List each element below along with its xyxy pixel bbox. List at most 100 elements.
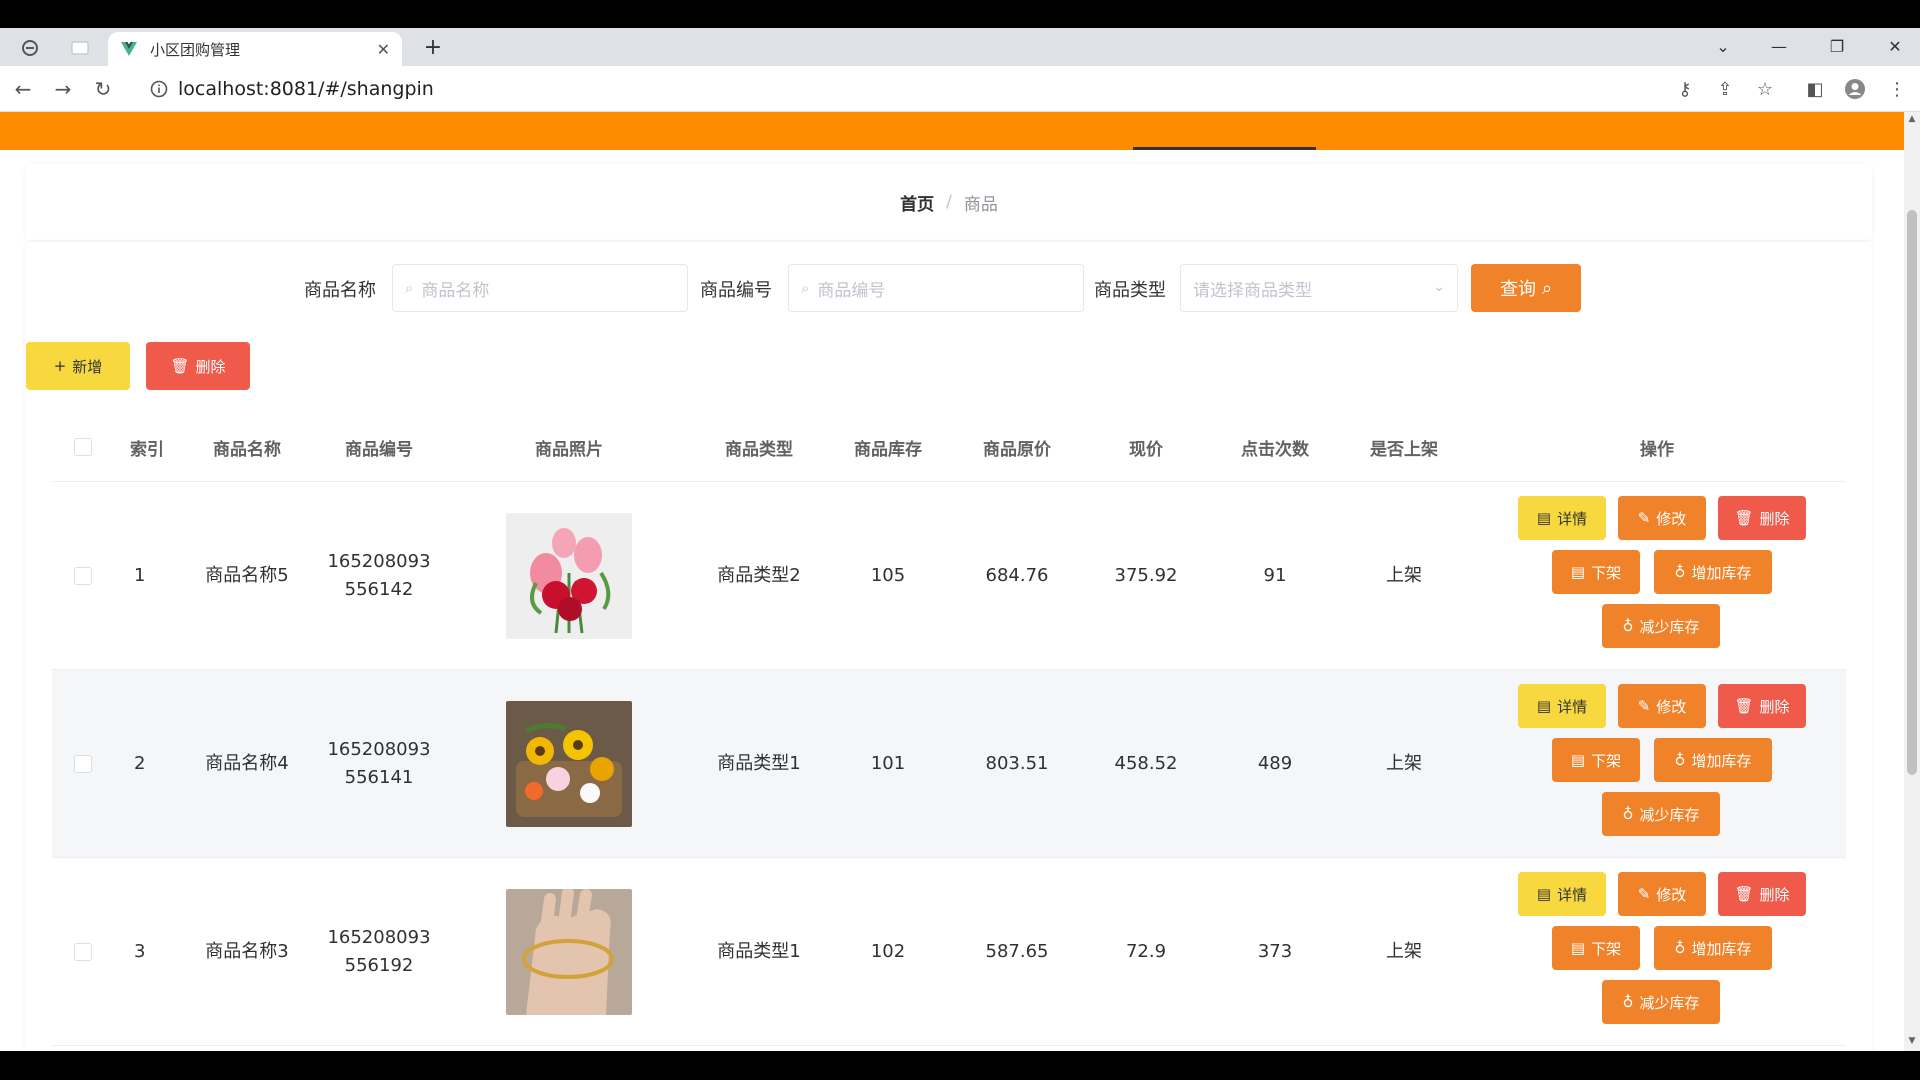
col-stock: 商品库存 (854, 439, 922, 460)
edit-button[interactable]: ✎ 修改 (1618, 684, 1706, 728)
new-tab-icon[interactable]: + (418, 32, 448, 62)
row-name: 商品名称4 (205, 753, 289, 774)
batch-delete-button[interactable]: 🗑 删除 (146, 342, 250, 390)
off-shelf-button[interactable]: ▤ 下架 (1552, 926, 1640, 970)
delete-button[interactable]: 🗑 删除 (1718, 496, 1806, 540)
delete-button[interactable]: 🗑 删除 (1718, 684, 1806, 728)
breadcrumb-home-link[interactable]: 首页 (900, 190, 934, 215)
share-icon[interactable]: ⇪ (1710, 74, 1740, 104)
increase-stock-button[interactable]: ♁ 增加库存 (1654, 926, 1772, 970)
row-checkbox[interactable] (74, 943, 92, 961)
type-search-label: 商品类型 (1094, 280, 1166, 301)
scroll-up-arrow-icon[interactable]: ▲ (1904, 114, 1920, 128)
minimize-icon[interactable]: — (1756, 28, 1802, 64)
row-stock: 105 (870, 565, 906, 586)
scroll-down-arrow-icon[interactable]: ▼ (1904, 1036, 1920, 1050)
add-button-label: 新增 (72, 357, 103, 376)
detail-button[interactable]: ▤ 详情 (1518, 496, 1606, 540)
code-search-input[interactable]: ⌕ 商品编号 (788, 264, 1084, 312)
detail-label: 详情 (1557, 885, 1588, 904)
row-checkbox[interactable] (74, 567, 92, 585)
name-search-label: 商品名称 (304, 280, 376, 301)
name-search-input[interactable]: ⌕ 商品名称 (392, 264, 688, 312)
increase-stock-button[interactable]: ♁ 增加库存 (1654, 550, 1772, 594)
top-navigation-bar (0, 112, 1904, 150)
reload-icon[interactable]: ↻ (88, 74, 118, 104)
row-index: 1 (134, 565, 146, 586)
back-arrow-icon[interactable]: ← (8, 74, 38, 104)
document-icon: ▤ (1570, 563, 1586, 581)
document-icon: ▤ (1536, 697, 1552, 715)
address-bar[interactable]: localhost:8081/#/shangpin (138, 72, 1658, 106)
plus-icon: + (53, 357, 67, 375)
add-button[interactable]: + 新增 (26, 342, 130, 390)
decrease-stock-button[interactable]: ♁ 减少库存 (1602, 980, 1720, 1024)
table-header: 索引 商品名称 商品编号 商品照片 商品类型 商品库存 商品原价 现价 点击次数… (52, 412, 1846, 482)
row-code-line2: 556141 (344, 767, 414, 788)
active-nav-underline (1133, 147, 1316, 150)
profile-avatar-icon[interactable] (1840, 74, 1870, 104)
row-type: 商品类型1 (717, 941, 801, 962)
screen-top-bar (0, 0, 1920, 28)
edit-label: 修改 (1656, 885, 1687, 904)
table-row: 3 商品名称3 165208093 556192 商品类型1 102 587.65 72.9 3… (52, 858, 1846, 1046)
site-info-icon[interactable] (150, 80, 168, 98)
forward-arrow-icon[interactable]: → (48, 74, 78, 104)
page-scrollbar[interactable]: ▲ ▼ (1904, 112, 1920, 1051)
browser-tab-strip: 小区团购管理 ✕ + ⌄ — ❐ ✕ (0, 28, 1920, 66)
key-icon[interactable]: ⚷ (1670, 74, 1700, 104)
tab-search-icon[interactable] (16, 34, 44, 62)
select-all-checkbox[interactable] (74, 438, 92, 456)
increase-stock-label: 增加库存 (1691, 751, 1752, 770)
tab-close-icon[interactable]: ✕ (377, 40, 390, 59)
vue-logo-icon (121, 42, 137, 56)
decrease-stock-label: 减少库存 (1639, 805, 1700, 824)
row-name: 商品名称5 (205, 565, 289, 586)
increase-stock-label: 增加库存 (1691, 939, 1752, 958)
off-shelf-button[interactable]: ▤ 下架 (1552, 738, 1640, 782)
off-shelf-button[interactable]: ▤ 下架 (1552, 550, 1640, 594)
close-window-icon[interactable]: ✕ (1872, 28, 1918, 64)
type-select[interactable]: 请选择商品类型 ⌄ (1180, 264, 1458, 312)
restore-icon[interactable]: ❐ (1814, 28, 1860, 64)
trash-icon: 🗑 (1734, 509, 1754, 527)
trash-icon: 🗑 (170, 357, 190, 375)
browser-menu-icon[interactable]: ⋮ (1882, 74, 1912, 104)
document-icon: ▤ (1570, 751, 1586, 769)
increase-stock-button[interactable]: ♁ 增加库存 (1654, 738, 1772, 782)
delete-button[interactable]: 🗑 删除 (1718, 872, 1806, 916)
edit-button[interactable]: ✎ 修改 (1618, 496, 1706, 540)
row-code-line1: 165208093 (327, 551, 431, 572)
row-select-cell (52, 858, 114, 1046)
query-button[interactable]: 查询 ⌕ (1471, 264, 1581, 312)
row-index: 2 (134, 753, 146, 774)
tab-list-chevron-icon[interactable]: ⌄ (1700, 28, 1746, 64)
pencil-icon: ✎ (1637, 885, 1651, 903)
scroll-thumb[interactable] (1907, 210, 1917, 775)
chevron-down-icon: ⌄ (1433, 279, 1445, 295)
tab-group-icon[interactable] (66, 34, 94, 62)
select-all-cell (52, 412, 114, 482)
side-panel-icon[interactable]: ◧ (1800, 74, 1830, 104)
search-icon: ⌕ (801, 279, 810, 297)
edit-label: 修改 (1656, 697, 1687, 716)
off-shelf-label: 下架 (1591, 751, 1622, 770)
row-code: 165208093 556142 (314, 482, 444, 670)
col-index: 索引 (130, 439, 164, 460)
pencil-icon: ✎ (1637, 697, 1651, 715)
bookmark-star-icon[interactable]: ☆ (1750, 74, 1780, 104)
row-price: 375.92 (1114, 565, 1178, 586)
detail-button[interactable]: ▤ 详情 (1518, 684, 1606, 728)
edit-button[interactable]: ✎ 修改 (1618, 872, 1706, 916)
decrease-stock-button[interactable]: ♁ 减少库存 (1602, 604, 1720, 648)
col-photo: 商品照片 (535, 439, 603, 460)
detail-button[interactable]: ▤ 详情 (1518, 872, 1606, 916)
search-icon: ⌕ (405, 279, 414, 297)
row-checkbox[interactable] (74, 755, 92, 773)
screen-bottom-bar (0, 1051, 1920, 1080)
row-photo-cell (444, 482, 694, 670)
row-orig-price: 684.76 (985, 565, 1049, 586)
tab-title: 小区团购管理 (150, 40, 241, 59)
active-tab[interactable]: 小区团购管理 ✕ (108, 32, 402, 66)
decrease-stock-button[interactable]: ♁ 减少库存 (1602, 792, 1720, 836)
